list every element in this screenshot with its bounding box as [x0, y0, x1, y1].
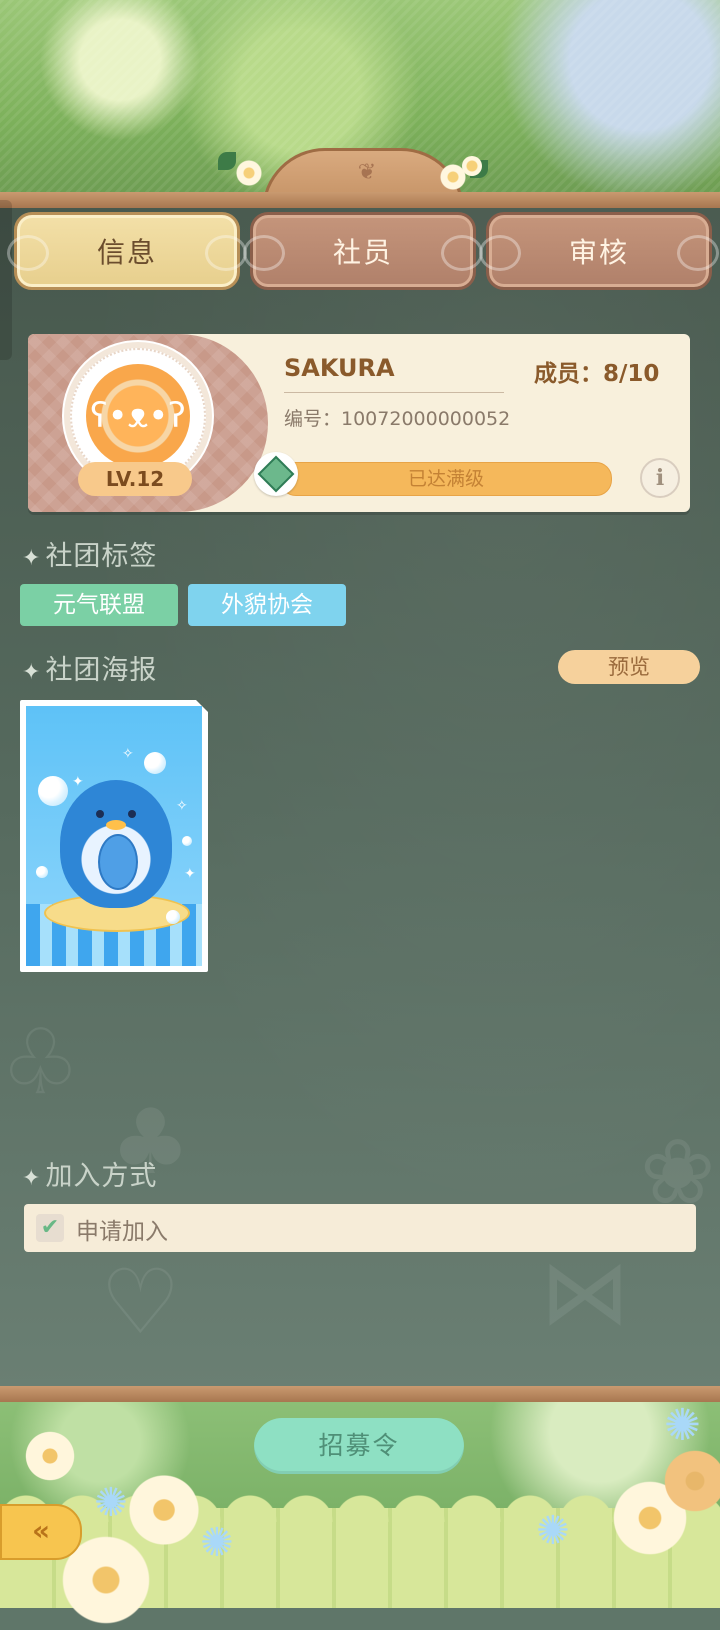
wood-divider: [0, 1386, 720, 1402]
tab-label: 社员: [332, 236, 393, 269]
blue-flower-icon: ✺: [664, 1400, 701, 1451]
drawer-handle[interactable]: [0, 200, 12, 360]
penguin-beak: [106, 820, 126, 830]
sparkle-icon: ✦: [72, 774, 84, 790]
wood-divider: [0, 192, 720, 208]
fish-illustration: [98, 834, 138, 890]
progress-label: 已达满级: [407, 468, 484, 490]
tab-label: 信息: [96, 236, 157, 269]
preview-button[interactable]: 预览: [558, 650, 700, 684]
divider: [284, 392, 504, 393]
bear-icon: ʕ•ᴥ•ʔ: [90, 396, 186, 436]
sparkle-icon: ✧: [176, 798, 188, 814]
info-button[interactable]: i: [640, 458, 680, 498]
bunny-doodle-icon: ♧: [0, 1010, 81, 1115]
blue-flower-icon: ✺: [94, 1480, 128, 1526]
wing-icon: [441, 235, 483, 271]
blue-flower-icon: ✺: [536, 1508, 570, 1554]
join-checkbox[interactable]: ✔: [36, 1214, 64, 1242]
badge-emblem: ʕ•ᴥ•ʔ: [86, 364, 190, 468]
join-section-title: ✦ 加入方式: [22, 1161, 158, 1192]
tab-label: 审核: [568, 236, 629, 269]
poster-section-title: ✦ 社团海报: [22, 655, 158, 686]
bubble-icon: [166, 910, 180, 924]
poster-artwork: ✧ ✦ ✧ ✦: [26, 706, 202, 966]
club-level-pill: LV.12: [78, 462, 192, 496]
wing-icon: [7, 235, 49, 271]
sparkle-icon: ✦: [22, 660, 42, 685]
penguin-eye: [96, 810, 104, 818]
heart-doodle-icon: ♡: [100, 1250, 181, 1355]
sparkle-icon: ✦: [184, 866, 196, 882]
bubble-icon: [38, 776, 68, 806]
wing-icon: [205, 235, 247, 271]
flower-icon: [462, 156, 482, 176]
club-name: SAKURA: [284, 354, 395, 382]
wing-icon: ❦: [357, 160, 377, 185]
medal-icon: [254, 452, 298, 496]
tags-section-title: ✦ 社团标签: [22, 541, 158, 572]
flower-icon: [236, 160, 262, 186]
tag-chip[interactable]: 元气联盟: [20, 584, 178, 626]
back-arrow-icon: «: [31, 1514, 51, 1547]
flower-icon: [22, 1428, 78, 1484]
recruit-button[interactable]: 招募令: [254, 1418, 464, 1474]
club-poster[interactable]: ✧ ✦ ✧ ✦: [20, 700, 208, 972]
blue-flower-icon: ✺: [200, 1520, 234, 1566]
back-button[interactable]: «: [0, 1504, 82, 1560]
tab-info[interactable]: 信息: [7, 212, 247, 290]
bubble-icon: [182, 836, 192, 846]
sparkle-icon: ✦: [22, 1166, 42, 1191]
penguin-eye: [128, 810, 136, 818]
club-id: 编号：10072000000052: [284, 408, 511, 430]
level-progress-bar: 已达满级: [280, 462, 612, 496]
tab-review[interactable]: 审核: [479, 212, 719, 290]
leaf-icon: [218, 152, 236, 170]
sparkle-icon: ✦: [22, 546, 42, 571]
bubble-icon: [144, 752, 166, 774]
tab-members[interactable]: 社员: [243, 212, 483, 290]
join-option-row[interactable]: ✔ 申请加入: [24, 1204, 696, 1252]
wing-icon: [243, 235, 285, 271]
join-option-label: 申请加入: [76, 1219, 168, 1245]
bubble-icon: [36, 866, 48, 878]
member-count: 成员：8/10: [534, 361, 660, 387]
flower-icon: [124, 1470, 204, 1550]
sparkle-icon: ✧: [122, 746, 134, 762]
bow-doodle-icon: ⋈: [540, 1240, 630, 1345]
club-info-card: ʕ•ᴥ•ʔ LV.12 SAKURA 成员：8/10 编号：1007200000…: [28, 334, 690, 512]
tag-chip[interactable]: 外貌协会: [188, 584, 346, 626]
wing-icon: [479, 235, 521, 271]
wing-icon: [677, 235, 719, 271]
